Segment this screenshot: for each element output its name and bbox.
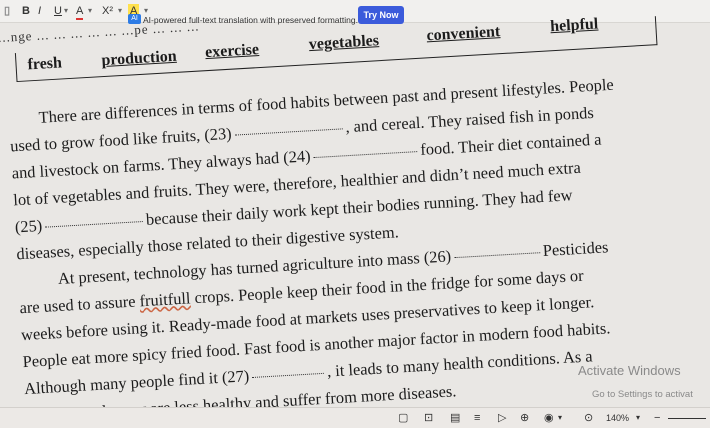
zoom-fit-icon[interactable]: ⊙ [584, 412, 593, 424]
word-option: exercise [204, 41, 260, 62]
line-text: Pesticides [542, 237, 609, 261]
word-option: fresh [27, 54, 63, 74]
activate-subtitle: Go to Settings to activat [592, 389, 693, 400]
zoom-level[interactable]: 140% [606, 413, 629, 423]
chevron-down-icon[interactable]: ▾ [636, 412, 640, 424]
word-option: helpful [549, 15, 599, 36]
screen: ▯ B I U ▾ A ▾ X² ▾ A ▾ ...nge ... ... ..… [0, 0, 710, 428]
zoom-slider[interactable] [668, 418, 706, 419]
activate-title: Activate Windows [578, 363, 681, 378]
translate-icon: AI [128, 14, 141, 24]
fit-icon[interactable]: ⊡ [424, 412, 433, 424]
line-text: food. Their diet contained a [419, 129, 602, 159]
ai-banner-text: AI-powered full-text translation with pr… [143, 15, 358, 25]
blank-25 [45, 220, 144, 228]
zoom-out-icon[interactable]: − [654, 412, 660, 424]
blank-26 [454, 251, 541, 259]
document-icon[interactable]: ▤ [450, 412, 460, 424]
chevron-down-icon[interactable]: ▾ [558, 412, 562, 424]
list-icon[interactable]: ≡ [474, 412, 480, 424]
line-text: are used to assure [19, 291, 141, 318]
play-icon[interactable]: ▷ [498, 412, 506, 424]
globe-icon[interactable]: ⊕ [520, 412, 529, 424]
page-icon[interactable]: ▢ [398, 412, 408, 424]
eye-icon[interactable]: ◉ [544, 412, 554, 424]
blank-23 [234, 127, 343, 136]
blank-27 [252, 372, 325, 379]
line-text: (25) [14, 215, 43, 237]
activate-windows-watermark: Activate Windows Go to Settings to activ… [578, 362, 693, 400]
line-text: used to grow food like fruits, (23) [9, 123, 233, 156]
blank-24 [313, 150, 418, 159]
try-now-button[interactable]: Try Now [358, 6, 404, 24]
viewer-status-bar: ▢ ⊡ ▤ ≡ ▷ ⊕ ◉ ▾ ⊙ 140% ▾ − [0, 407, 710, 428]
line-text: Although many people find it (27) [23, 366, 250, 399]
misspelled-word: fruitfull [138, 288, 191, 311]
